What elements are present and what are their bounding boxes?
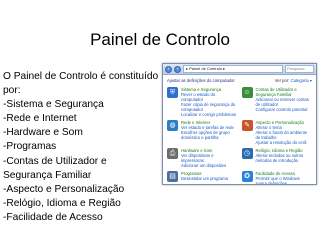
category-link[interactable]: Ver dispositivos e impressoras [181,153,238,163]
category-link[interactable]: Localizar e corrigir problemas [181,112,238,117]
bullet-line: -Aspecto e Personalização [3,183,125,195]
category-title[interactable]: Contas de Utilizador e Segurança Familia… [256,87,313,97]
bullet-line: Segurança Familiar [3,169,92,181]
category-link[interactable]: Configurar controlo parental [256,107,313,112]
bullet-line: O Painel de Controlo é constituído [3,71,159,82]
category-link[interactable]: Permitir que o Windows sugira definições [256,176,313,184]
category-text: Hardware e Som Ver dispositivos e impress… [181,148,238,168]
cp-heading: Ajustar as definições do computador [167,78,235,83]
palette-icon: ✎ [241,120,253,131]
view-by-select[interactable]: Categoria ▾ [291,78,312,83]
category-link[interactable]: Alterar o fundo do ambiente de trabalho [256,130,313,140]
back-arrow-icon[interactable]: ‹ [165,65,172,73]
category-link[interactable]: Escolher opções de grupo doméstico e par… [181,130,238,140]
category-link[interactable]: Ajustar a resolução do ecrã [256,140,313,145]
bullet-line: -Rede e Internet [3,113,77,125]
clock-icon: ◷ [241,148,253,159]
category-link[interactable]: Rever o estado do computador [181,92,238,102]
category-link[interactable]: Alterar teclados ou outros métodos de in… [256,153,313,163]
printer-icon: ⎙ [167,148,178,159]
shield-icon: ⛨ [167,87,178,98]
accessibility-icon: ✪ [241,171,253,182]
bullet-line: -Programas [3,141,57,153]
forward-arrow-icon[interactable]: › [174,65,181,73]
category-item[interactable]: ✪ Facilidade de Acesso Permitir que o Wind… [241,171,313,184]
category-text: Rede e Internet Ver estado e tarefas de r… [181,120,238,140]
category-text: Relógio, Idioma e Região Alterar teclados… [256,148,313,163]
bullet-line: -Contas de Utilizador e [3,155,107,167]
category-item[interactable]: ◷ Relógio, Idioma e Região Alterar teclado… [241,148,313,168]
category-link[interactable]: Adicionar um dispositivo [181,163,238,168]
category-text: Facilidade de Acesso Permitir que o Windo… [256,171,313,184]
category-item[interactable]: ✎ Aspecto e Personalização Alterar o tema A… [241,120,313,145]
category-item[interactable]: ⎙ Hardware e Som Ver dispositivos e impres… [167,148,238,168]
category-text: Sistema e Segurança Rever o estado do com… [181,87,238,117]
category-text: Programas Desinstalar um programa [181,171,228,181]
control-panel-screenshot: ‹ › ▸ Painel de Controlo ▸ Pesquisar Aju… [162,63,317,185]
category-item[interactable]: ☺ Contas de Utilizador e Segurança Famili… [241,87,313,117]
cp-header: Ajustar as definições do computador Ver … [163,75,316,85]
bullet-line: por: [3,85,21,97]
category-item[interactable]: ⛨ Sistema e Segurança Rever o estado do co… [167,87,238,117]
bullet-line: -Facilidade de Acesso [3,211,103,223]
category-text: Aspecto e Personalização Alterar o tema Al… [256,120,313,145]
category-grid: ⛨ Sistema e Segurança Rever o estado do co… [163,85,316,184]
category-link[interactable]: Adicionar ou remover contas de utilizado… [256,97,313,107]
cp-address-bar: ‹ › ▸ Painel de Controlo ▸ Pesquisar [163,64,316,75]
view-by-label: Ver por: [274,78,290,83]
bullet-list: O Painel de Controlo é constituído por: … [3,70,173,225]
category-item[interactable]: ◍ Rede e Internet Ver estado e tarefas de … [167,120,238,145]
globe-icon: ◍ [167,120,178,131]
search-input[interactable]: Pesquisar [285,65,314,73]
address-field[interactable]: ▸ Painel de Controlo ▸ [183,65,283,73]
category-item[interactable]: ▤ Programas Desinstalar um programa [167,171,238,184]
category-link[interactable]: Fazer cópia de segurança do computador [181,102,238,112]
category-text: Contas de Utilizador e Segurança Familia… [256,87,313,112]
slide-title: Painel de Controlo [90,30,230,49]
bullet-line: -Sistema e Segurança [3,99,104,111]
programs-icon: ▤ [167,171,178,182]
view-by: Ver por: Categoria ▾ [275,78,312,83]
users-icon: ☺ [241,87,253,98]
category-link[interactable]: Desinstalar um programa [181,176,228,181]
bullet-line: -Hardware e Som [3,127,83,139]
bullet-line: -Relógio, Idioma e Região [3,197,121,209]
